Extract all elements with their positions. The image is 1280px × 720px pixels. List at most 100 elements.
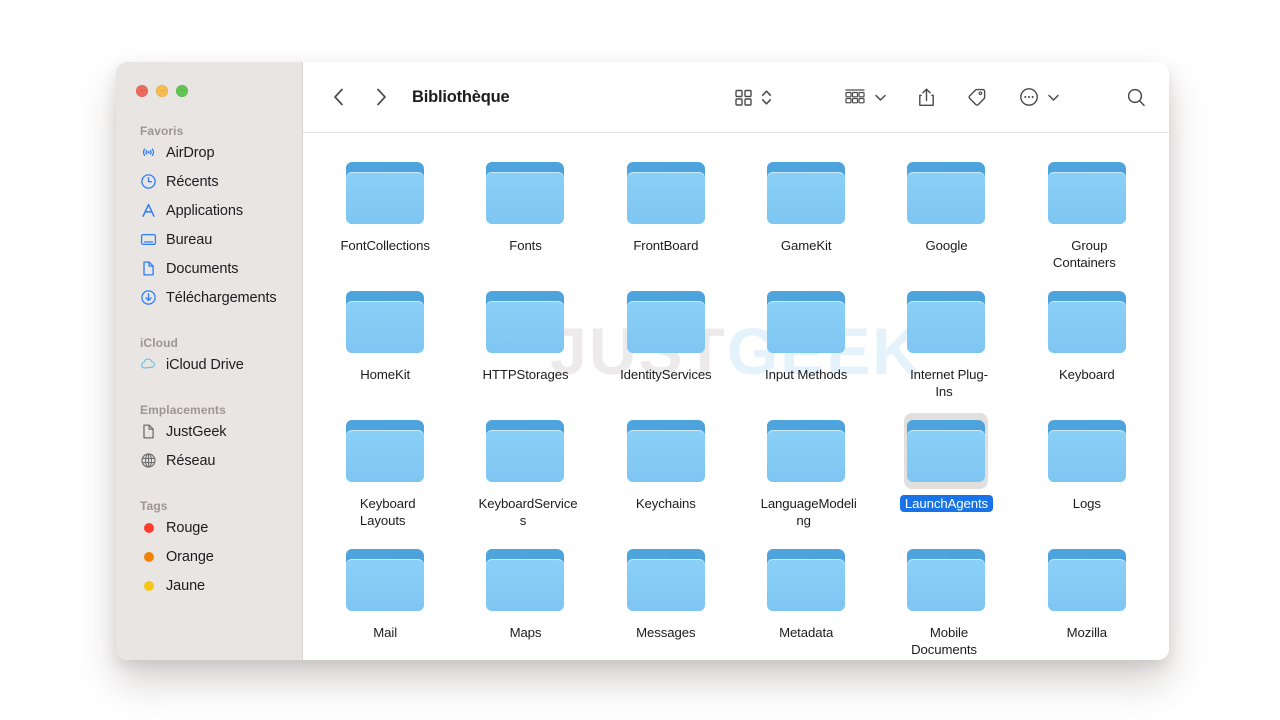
sidebar-item-jaune[interactable]: Jaune xyxy=(116,571,303,600)
search-button[interactable] xyxy=(1122,82,1151,112)
folder-icon xyxy=(1045,542,1129,618)
sidebar-item-label: AirDrop xyxy=(166,144,215,161)
sidebar: Favoris AirDrop Récents Applications Bureau D… xyxy=(116,62,303,660)
file-grid-item-label: Internet Plug-Ins xyxy=(894,366,998,400)
forward-button[interactable] xyxy=(368,84,394,110)
sidebar-item-r-cents[interactable]: Récents xyxy=(116,167,303,196)
sidebar-item-orange[interactable]: Orange xyxy=(116,542,303,571)
file-grid-item-label: Maps xyxy=(505,624,547,641)
view-mode-grid-button[interactable] xyxy=(730,82,757,112)
file-grid-item-label: HomeKit xyxy=(355,366,415,383)
file-grid-item[interactable]: Group Containers xyxy=(1017,155,1157,284)
file-grid-item[interactable]: Metadata xyxy=(736,542,876,660)
file-grid-item[interactable]: FrontBoard xyxy=(596,155,736,284)
file-name-text: Google xyxy=(925,238,968,253)
folder-icon xyxy=(343,284,427,360)
file-grid-item[interactable]: Keyboard Layouts xyxy=(315,413,455,542)
sidebar-item-rouge[interactable]: Rouge xyxy=(116,513,303,542)
folder-icon xyxy=(904,413,989,489)
share-button[interactable] xyxy=(913,82,940,112)
folder-icon xyxy=(1045,155,1129,231)
file-grid-item[interactable]: Keychains xyxy=(596,413,736,542)
folder-icon xyxy=(904,542,988,618)
more-ellipsis-icon xyxy=(1020,88,1038,106)
file-grid-item-label: Mail xyxy=(368,624,402,641)
file-grid-item[interactable]: Keyboard xyxy=(1017,284,1157,413)
file-grid-item[interactable]: Messages xyxy=(596,542,736,660)
file-name-text: FrontBoard xyxy=(633,238,699,253)
sidebar-item-label: Orange xyxy=(166,548,214,565)
sidebar-item-justgeek[interactable]: JustGeek xyxy=(116,417,303,446)
folder-icon xyxy=(904,284,988,360)
folder-icon xyxy=(624,155,708,231)
sidebar-item-airdrop[interactable]: AirDrop xyxy=(116,138,303,167)
file-grid-item-label: HTTPStorages xyxy=(477,366,573,383)
file-grid-item[interactable]: GameKit xyxy=(736,155,876,284)
file-grid-item[interactable]: Maps xyxy=(455,542,595,660)
file-grid-item-label: Group Containers xyxy=(1035,237,1139,271)
file-grid-item[interactable]: Fonts xyxy=(455,155,595,284)
tag-dot-icon xyxy=(140,548,157,565)
sidebar-item-icloud-drive[interactable]: iCloud Drive xyxy=(116,350,303,379)
file-name-text: Group Containers xyxy=(1052,238,1116,270)
folder-icon xyxy=(624,542,708,618)
window-controls xyxy=(116,62,303,97)
file-grid-item[interactable]: Input Methods xyxy=(736,284,876,413)
file-grid-item-label: GameKit xyxy=(776,237,837,254)
file-grid-item[interactable]: LaunchAgents xyxy=(876,413,1016,542)
file-name-text: Fonts xyxy=(509,238,542,253)
add-tag-button[interactable] xyxy=(962,82,991,112)
file-grid-item[interactable]: Mobile Documents xyxy=(876,542,1016,660)
file-grid-item[interactable]: HomeKit xyxy=(315,284,455,413)
file-grid-item[interactable]: Mozilla xyxy=(1017,542,1157,660)
folder-icon xyxy=(764,413,848,489)
grid-view-icon xyxy=(735,89,752,106)
group-by-chevron[interactable] xyxy=(870,82,891,112)
file-name-text: Metadata xyxy=(779,625,834,640)
sidebar-item-label: iCloud Drive xyxy=(166,356,244,373)
sidebar-item-label: Rouge xyxy=(166,519,209,536)
more-actions-button[interactable] xyxy=(1015,82,1043,112)
zoom-button[interactable] xyxy=(176,84,188,97)
back-button[interactable] xyxy=(325,84,351,110)
file-grid-item[interactable]: FontCollections xyxy=(315,155,455,284)
file-grid-item[interactable]: HTTPStorages xyxy=(455,284,595,413)
file-name-text: Mobile Documents xyxy=(911,625,977,657)
sidebar-item-t-l-chargements[interactable]: Téléchargements xyxy=(116,283,303,312)
sidebar-item-label: Réseau xyxy=(166,452,216,469)
file-name-text: FontCollections xyxy=(340,238,430,253)
close-button[interactable] xyxy=(136,84,148,97)
file-grid-item-label: FrontBoard xyxy=(628,237,703,254)
view-sort-stepper[interactable] xyxy=(757,82,776,112)
content-area: Bibliothèque FontCollections Fonts Front… xyxy=(303,62,1169,660)
file-grid-item[interactable]: LanguageModeling xyxy=(736,413,876,542)
file-grid-item[interactable]: Logs xyxy=(1017,413,1157,542)
desktop-icon xyxy=(140,231,157,248)
sidebar-item-applications[interactable]: Applications xyxy=(116,196,303,225)
tag-dot-icon xyxy=(140,519,157,536)
file-grid-item[interactable]: Mail xyxy=(315,542,455,660)
cloud-icon xyxy=(140,356,157,373)
sidebar-item-bureau[interactable]: Bureau xyxy=(116,225,303,254)
folder-icon xyxy=(483,542,567,618)
file-grid-item-label: Keyboard Layouts xyxy=(333,495,437,529)
folder-icon xyxy=(343,542,427,618)
file-grid-item-label: KeyboardServices xyxy=(473,495,578,529)
minimize-button[interactable] xyxy=(156,84,168,97)
file-grid-item-label: Input Methods xyxy=(760,366,852,383)
file-grid-item[interactable]: Google xyxy=(876,155,1016,284)
file-name-text: Internet Plug-Ins xyxy=(910,367,988,399)
file-grid-item[interactable]: Internet Plug-Ins xyxy=(876,284,1016,413)
downloads-icon xyxy=(140,289,157,306)
sidebar-item-documents[interactable]: Documents xyxy=(116,254,303,283)
tag-icon xyxy=(968,88,986,106)
screen: Favoris AirDrop Récents Applications Bureau D… xyxy=(0,0,1280,720)
group-by-button[interactable] xyxy=(840,82,870,112)
file-grid-item-label: Messages xyxy=(631,624,700,641)
file-grid-item[interactable]: KeyboardServices xyxy=(455,413,595,542)
file-name-text: Keyboard xyxy=(1058,367,1115,382)
file-grid-item[interactable]: IdentityServices xyxy=(596,284,736,413)
chevron-down-icon xyxy=(875,94,886,101)
more-actions-chevron[interactable] xyxy=(1043,82,1064,112)
sidebar-item-r-seau[interactable]: Réseau xyxy=(116,446,303,475)
